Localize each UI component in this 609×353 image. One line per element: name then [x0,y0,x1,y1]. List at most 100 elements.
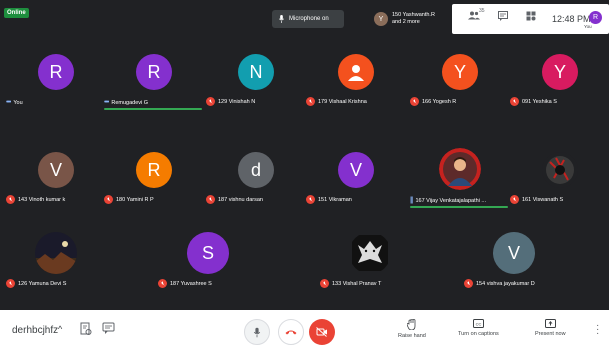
participant-name: 187 Yuvashree S [170,280,212,287]
speaking-bar [410,206,508,208]
speaking-bar [104,108,202,110]
participant-avatar: S [187,232,229,274]
mic-off-icon [510,97,519,106]
participant-avatar [349,232,391,274]
participant-name: 166 Yogesh R [422,98,457,105]
present-now-label: Present now [535,331,566,337]
participant-avatar [338,54,374,90]
participant-label: 187 vishnu darsan [206,195,263,204]
participant-count: 35 [479,8,485,14]
raise-hand-label: Raise hand [398,333,426,339]
participant-avatar: d [238,152,274,188]
participant-label: 161 Viswanath S [510,195,563,204]
mic-off-icon [104,195,113,204]
participant-name: 180 Yamini R P [116,196,154,203]
participant-name: 091 Yeshika S [522,98,557,105]
speaking-indicator-icon: ||| [410,197,414,204]
speaking-indicator-icon: ••• [6,99,11,106]
microphone-icon [278,15,285,23]
presenter-avatar: Y [374,12,388,26]
camera-off-button[interactable] [309,319,335,345]
participant-tile[interactable]: 133 Vishal Pranav T [320,224,420,292]
user-avatar[interactable]: R [589,11,602,24]
leave-call-button[interactable] [278,319,304,345]
captions-icon: CC [472,319,484,328]
activities-icon[interactable] [526,11,536,23]
participant-tile[interactable]: V 151 Vikraman [306,140,406,208]
participant-tile[interactable]: Y 091 Yeshika S [510,42,609,110]
mic-off-icon [206,195,215,204]
clock-time: 12:48 PM [552,14,591,24]
participant-label: 133 Vishal Pranav T [320,279,381,288]
microphone-button[interactable] [244,319,270,345]
participant-label: 129 Vinishah N [206,97,255,106]
participant-avatar: R [136,152,172,188]
participant-tile[interactable]: d 187 vishnu darsan [206,140,306,208]
participant-tile[interactable]: N 129 Vinishah N [206,42,306,110]
participant-avatar: R [38,54,74,90]
mic-off-icon [306,97,315,106]
participant-tile[interactable]: S 187 Yuvashree S [158,224,258,292]
participant-tile[interactable]: 126 Yamuna Devi S [6,224,106,292]
participant-name: 133 Vishal Pranav T [332,280,382,287]
participant-tile[interactable]: V 143 Vinoth kumar k [6,140,106,208]
mic-off-icon [510,195,519,204]
mic-off-icon [464,279,473,288]
present-now-button[interactable]: Present now [535,319,566,337]
mic-off-icon [206,97,215,106]
svg-text:CC: CC [475,321,481,326]
participant-avatar: V [338,152,374,188]
mic-off-icon [158,279,167,288]
raise-hand-button[interactable]: Raise hand [398,319,426,339]
participant-name: 151 Vikraman [318,196,352,203]
hand-icon [406,319,416,330]
participant-tile[interactable]: R ••• Remugadevi G [104,42,204,110]
meeting-details-icon[interactable] [80,322,92,341]
participant-avatar: V [38,152,74,188]
participant-name: 187 vishnu darsan [218,196,263,203]
participant-label: 143 Vinoth kumar k [6,195,65,204]
meeting-stage: Online Microphone on Y 150 Yashwanth.R a… [0,0,609,310]
participant-label: 091 Yeshika S [510,97,557,106]
top-right-panel: 35 12:48 PM R You [452,4,609,34]
presenter-chip[interactable]: Y 150 Yashwanth.R and 2 more [374,6,452,32]
participant-tile[interactable]: Y 166 Yogesh R [410,42,510,110]
chevron-up-icon[interactable]: ^ [58,324,62,334]
participant-label: 151 Vikraman [306,195,352,204]
microphone-status-pill[interactable]: Microphone on [272,10,344,28]
captions-button[interactable]: CC Turn on captions [458,319,499,337]
participant-label: 179 Vishaal Krishna [306,97,367,106]
participant-label: 166 Yogesh R [410,97,456,106]
participant-name: 161 Viswanath S [522,196,564,203]
mic-off-icon [410,97,419,106]
presenter-more: and 2 more [392,19,420,25]
participant-tile[interactable]: R 180 Yamini R P [104,140,204,208]
mic-off-icon [6,195,15,204]
participant-avatar: Y [442,54,478,90]
participant-name: 126 Yamuna Devi S [18,280,67,287]
chat-bubble-icon[interactable] [102,322,116,340]
participant-tile[interactable]: R ••• You [6,42,106,110]
participant-tile[interactable]: 161 Viswanath S [510,140,609,208]
participant-tile[interactable]: V 154 vishva jayakumar D [464,224,564,292]
camera-off-icon [316,327,327,337]
participant-tile[interactable]: ||| 167 Vijay Venkatajalapathi ... [410,140,510,208]
present-icon [544,319,556,328]
participant-name: 167 Vijay Venkatajalapathi ... [415,197,487,204]
presenter-name: 150 Yashwanth.R [392,12,435,18]
more-options-icon[interactable]: · · · [596,321,599,339]
participant-avatar [439,148,481,190]
participant-avatar: R [136,54,172,90]
participant-label: ••• You [6,99,23,106]
participant-name: 143 Vinoth kumar k [18,196,66,203]
participant-label: 187 Yuvashree S [158,279,212,288]
bottom-toolbar: derhbcjhfz ^ Raise hand CC Turn on capti… [0,310,609,353]
participant-tile[interactable]: 179 Vishaal Krishna [306,42,406,110]
mic-off-icon [320,279,329,288]
participant-name: 154 vishva jayakumar D [476,280,535,287]
hang-up-icon [285,330,297,335]
chat-icon[interactable] [498,11,508,23]
meeting-code[interactable]: derhbcjhfz [12,325,58,336]
captions-label: Turn on captions [458,331,499,337]
microphone-icon [253,327,261,337]
